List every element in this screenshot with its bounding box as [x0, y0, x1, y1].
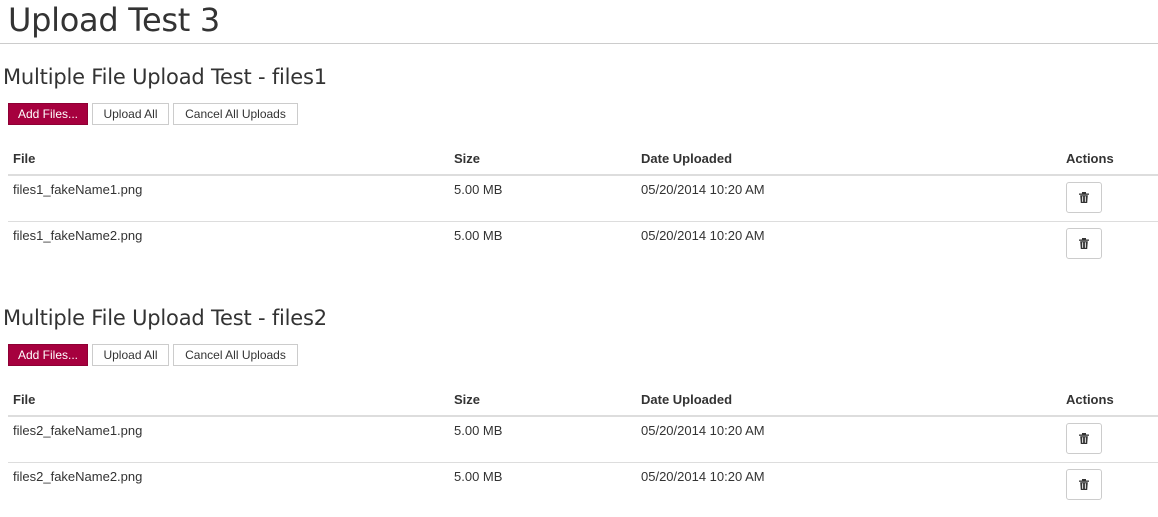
date-uploaded: 05/20/2014 10:20 AM [641, 228, 765, 243]
column-header-date: Date Uploaded [641, 151, 733, 166]
column-header-actions: Actions [1066, 151, 1114, 166]
file-size: 5.00 MB [454, 423, 503, 438]
column-header-size: Size [454, 392, 481, 407]
table-header: File Size Date Uploaded Actions [8, 146, 1158, 176]
table-row: files1_fakeName1.png 5.00 MB 05/20/2014 … [8, 176, 1158, 222]
cancel-all-uploads-button[interactable]: Cancel All Uploads [173, 344, 298, 366]
date-uploaded: 05/20/2014 10:20 AM [641, 423, 765, 438]
trash-icon [1079, 192, 1089, 203]
file-name: files2_fakeName1.png [13, 423, 143, 438]
add-files-button[interactable]: Add Files... [8, 103, 88, 125]
upload-all-button[interactable]: Upload All [92, 103, 169, 125]
table-row: files1_fakeName2.png 5.00 MB 05/20/2014 … [8, 222, 1158, 267]
date-uploaded: 05/20/2014 10:20 AM [641, 469, 765, 484]
trash-icon [1079, 238, 1089, 249]
file-size: 5.00 MB [454, 469, 503, 484]
column-header-file: File [13, 392, 36, 407]
column-header-date: Date Uploaded [641, 392, 733, 407]
add-files-button[interactable]: Add Files... [8, 344, 88, 366]
file-size: 5.00 MB [454, 228, 503, 243]
column-header-file: File [13, 151, 36, 166]
delete-file-button[interactable] [1066, 182, 1102, 213]
file-size: 5.00 MB [454, 182, 503, 197]
trash-icon [1079, 433, 1089, 444]
column-header-size: Size [454, 151, 481, 166]
column-header-actions: Actions [1066, 392, 1114, 407]
file-name: files1_fakeName2.png [13, 228, 143, 243]
upload-all-button[interactable]: Upload All [92, 344, 169, 366]
title-divider [0, 43, 1158, 44]
file-name: files2_fakeName2.png [13, 469, 143, 484]
delete-file-button[interactable] [1066, 423, 1102, 454]
delete-file-button[interactable] [1066, 469, 1102, 500]
file-name: files1_fakeName1.png [13, 182, 143, 197]
page-title: Upload Test 3 [8, 1, 220, 39]
table-row: files2_fakeName1.png 5.00 MB 05/20/2014 … [8, 417, 1158, 463]
date-uploaded: 05/20/2014 10:20 AM [641, 182, 765, 197]
trash-icon [1079, 479, 1089, 490]
cancel-all-uploads-button[interactable]: Cancel All Uploads [173, 103, 298, 125]
delete-file-button[interactable] [1066, 228, 1102, 259]
section-title: Multiple File Upload Test - files2 [3, 306, 327, 330]
table-header: File Size Date Uploaded Actions [8, 387, 1158, 417]
section-title: Multiple File Upload Test - files1 [3, 65, 327, 89]
table-row: files2_fakeName2.png 5.00 MB 05/20/2014 … [8, 463, 1158, 508]
